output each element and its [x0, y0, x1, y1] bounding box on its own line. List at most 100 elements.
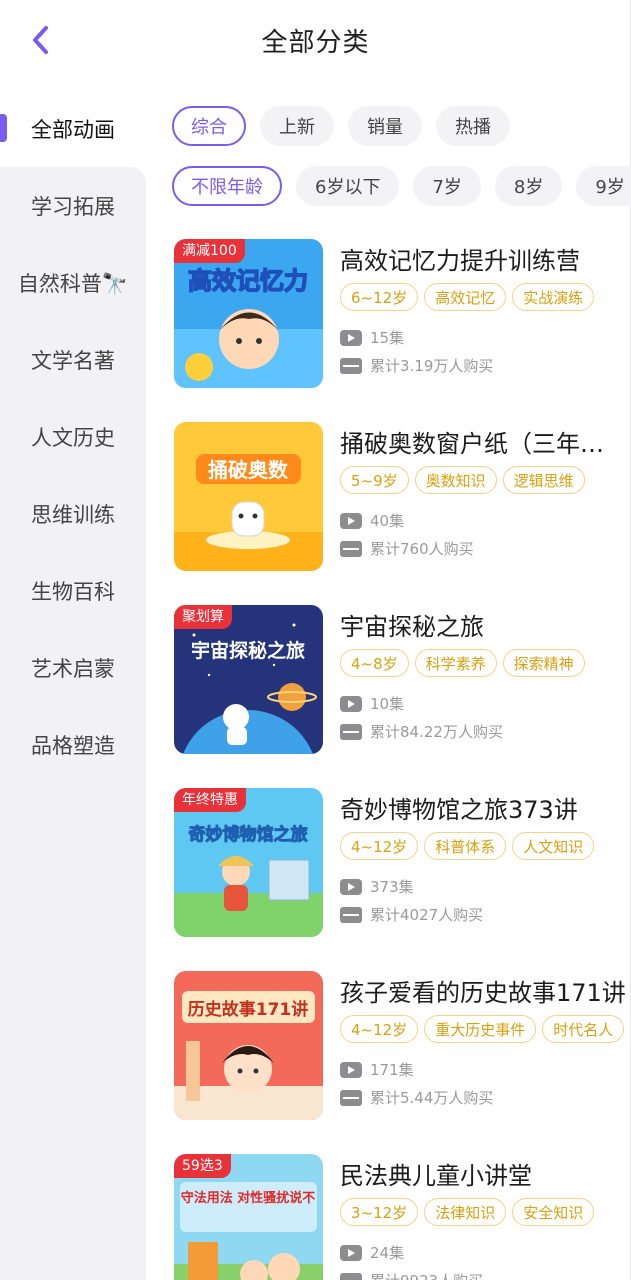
- topic-tag: 重大历史事件: [424, 1015, 537, 1043]
- age-chip-9[interactable]: 9岁: [576, 166, 631, 206]
- course-title: 奇妙博物馆之旅373讲: [340, 796, 578, 824]
- course-card[interactable]: 捅破奥数 捅破奥数窗户纸（三年级） 5~9岁 奥数知识 逻辑思维 40集 累计7…: [174, 422, 631, 572]
- cover-text: 守法用法 对性骚扰说不: [181, 1190, 316, 1206]
- purchase-count: 累计3.19万人购买: [340, 355, 493, 376]
- episode-count-text: 15集: [370, 329, 405, 347]
- promo-badge: 满减100: [174, 239, 245, 263]
- purchase-count: 累计84.22万人购买: [340, 721, 503, 742]
- purchase-count-text: 累计84.22万人购买: [370, 723, 503, 741]
- course-card[interactable]: 奇妙博物馆之旅 年终特惠 奇妙博物馆之旅373讲 4~12岁 科普体系 人文知识…: [174, 788, 631, 938]
- episode-count: 40集: [340, 510, 404, 531]
- sidebar-item-thinking-training[interactable]: 思维训练: [0, 475, 146, 552]
- cover-text: 捅破奥数: [208, 458, 289, 482]
- course-cover: 历史故事171讲: [174, 971, 323, 1120]
- cover-text: 历史故事171讲: [188, 999, 309, 1020]
- sidebar-item-art[interactable]: 艺术启蒙: [0, 629, 146, 706]
- topic-tag: 科学素养: [414, 649, 497, 677]
- sort-chip-newest[interactable]: 上新: [260, 106, 334, 146]
- course-title: 民法典儿童小讲堂: [340, 1162, 532, 1190]
- age-tag: 6~12岁: [340, 283, 419, 311]
- topic-tag: 逻辑思维: [502, 466, 585, 494]
- course-tags: 6~12岁 高效记忆 实战演练: [340, 283, 595, 311]
- episode-count: 10集: [340, 693, 404, 714]
- episode-count: 171集: [340, 1059, 414, 1080]
- video-icon: [340, 329, 362, 346]
- episode-count-text: 373集: [370, 878, 414, 896]
- topic-tag: 高效记忆: [424, 283, 507, 311]
- ticket-icon: [340, 1272, 362, 1280]
- episode-count-text: 24集: [370, 1244, 405, 1262]
- sidebar-item-literature[interactable]: 文学名著: [0, 321, 146, 398]
- sidebar-item-all-animation[interactable]: 全部动画: [0, 90, 146, 167]
- age-tag: 5~9岁: [340, 466, 409, 494]
- course-card[interactable]: 高效记忆力 满减100 高效记忆力提升训练营 6~12岁 高效记忆 实战演练 1…: [174, 239, 631, 389]
- sort-chip-sales[interactable]: 销量: [348, 106, 422, 146]
- course-title: 高效记忆力提升训练营: [340, 247, 580, 275]
- purchase-count-text: 累计4027人购买: [370, 906, 484, 924]
- course-cover: 捅破奥数: [174, 422, 323, 571]
- purchase-count-text: 累计5.44万人购买: [370, 1089, 494, 1107]
- topic-tag: 奥数知识: [414, 466, 497, 494]
- cover-text: 高效记忆力: [188, 267, 308, 295]
- age-filter-row: 不限年龄 6岁以下 7岁 8岁 9岁: [172, 166, 631, 206]
- age-chip-all[interactable]: 不限年龄: [172, 166, 282, 206]
- sidebar-item-character[interactable]: 品格塑造: [0, 706, 146, 783]
- promo-badge: 59选3: [174, 1154, 231, 1178]
- ticket-icon: [340, 540, 362, 557]
- course-tags: 4~12岁 科普体系 人文知识: [340, 832, 595, 860]
- purchase-count-text: 累计3.19万人购买: [370, 357, 494, 375]
- course-title: 捅破奥数窗户纸（三年级）: [340, 430, 626, 458]
- episode-count: 373集: [340, 876, 414, 897]
- age-tag: 4~8岁: [340, 649, 409, 677]
- age-tag: 3~12岁: [340, 1198, 419, 1226]
- course-tags: 5~9岁 奥数知识 逻辑思维: [340, 466, 585, 494]
- sort-filter-row: 综合 上新 销量 热播: [172, 106, 510, 146]
- course-cover: 高效记忆力 满减100: [174, 239, 323, 388]
- sidebar-item-biology[interactable]: 生物百科: [0, 552, 146, 629]
- topic-tag: 科普体系: [424, 832, 507, 860]
- ticket-icon: [340, 723, 362, 740]
- purchase-count: 累计760人购买: [340, 538, 474, 559]
- age-chip-8[interactable]: 8岁: [494, 166, 563, 206]
- topic-tag: 安全知识: [512, 1198, 595, 1226]
- course-cover: 守法用法 对性骚扰说不 59选3: [174, 1154, 323, 1280]
- cover-text: 宇宙探秘之旅: [191, 639, 305, 662]
- ticket-icon: [340, 906, 362, 923]
- promo-badge: 年终特惠: [174, 788, 246, 812]
- episode-count-text: 10集: [370, 695, 405, 713]
- sidebar-item-humanities-history[interactable]: 人文历史: [0, 398, 146, 475]
- topic-tag: 时代名人: [542, 1015, 625, 1043]
- category-sidebar: 全部动画 学习拓展 自然科普🔭 文学名著 人文历史 思维训练 生物百科 艺术启蒙…: [0, 90, 146, 1280]
- course-tags: 4~12岁 重大历史事件 时代名人: [340, 1015, 625, 1043]
- sort-chip-popular[interactable]: 热播: [436, 106, 510, 146]
- video-icon: [340, 1244, 362, 1261]
- topic-tag: 探索精神: [502, 649, 585, 677]
- episode-count: 15集: [340, 327, 404, 348]
- course-card[interactable]: 宇宙探秘之旅 聚划算 宇宙探秘之旅 4~8岁 科学素养 探索精神 10集 累计8…: [174, 605, 631, 755]
- age-chip-under-6[interactable]: 6岁以下: [296, 166, 400, 206]
- promo-badge: 聚划算: [174, 605, 232, 629]
- age-tag: 4~12岁: [340, 832, 419, 860]
- sidebar-item-learning-extension[interactable]: 学习拓展: [0, 167, 146, 244]
- video-icon: [340, 512, 362, 529]
- course-card[interactable]: 历史故事171讲 孩子爱看的历史故事171讲 4~12岁 重大历史事件 时代名人…: [174, 971, 631, 1121]
- purchase-count-text: 累计760人购买: [370, 540, 474, 558]
- purchase-count-text: 累计9923人购买: [370, 1270, 483, 1280]
- age-chip-7[interactable]: 7岁: [413, 166, 481, 206]
- course-cover: 奇妙博物馆之旅 年终特惠: [174, 788, 323, 937]
- cover-text: 奇妙博物馆之旅: [189, 824, 308, 845]
- topic-tag: 人文知识: [512, 832, 595, 860]
- ticket-icon: [340, 357, 362, 374]
- topic-tag: 法律知识: [424, 1198, 507, 1226]
- episode-count-text: 171集: [370, 1061, 414, 1079]
- course-title: 宇宙探秘之旅: [340, 613, 484, 641]
- course-card[interactable]: 守法用法 对性骚扰说不 59选3 民法典儿童小讲堂 3~12岁 法律知识 安全知…: [174, 1154, 631, 1280]
- sidebar-item-nature-science[interactable]: 自然科普🔭: [0, 244, 146, 321]
- course-cover: 宇宙探秘之旅 聚划算: [174, 605, 323, 754]
- course-tags: 4~8岁 科学素养 探索精神: [340, 649, 585, 677]
- age-tag: 4~12岁: [340, 1015, 419, 1043]
- episode-count: 24集: [340, 1242, 404, 1263]
- purchase-count: 累计5.44万人购买: [340, 1087, 493, 1108]
- sort-chip-comprehensive[interactable]: 综合: [172, 106, 246, 146]
- course-title: 孩子爱看的历史故事171讲: [340, 979, 626, 1007]
